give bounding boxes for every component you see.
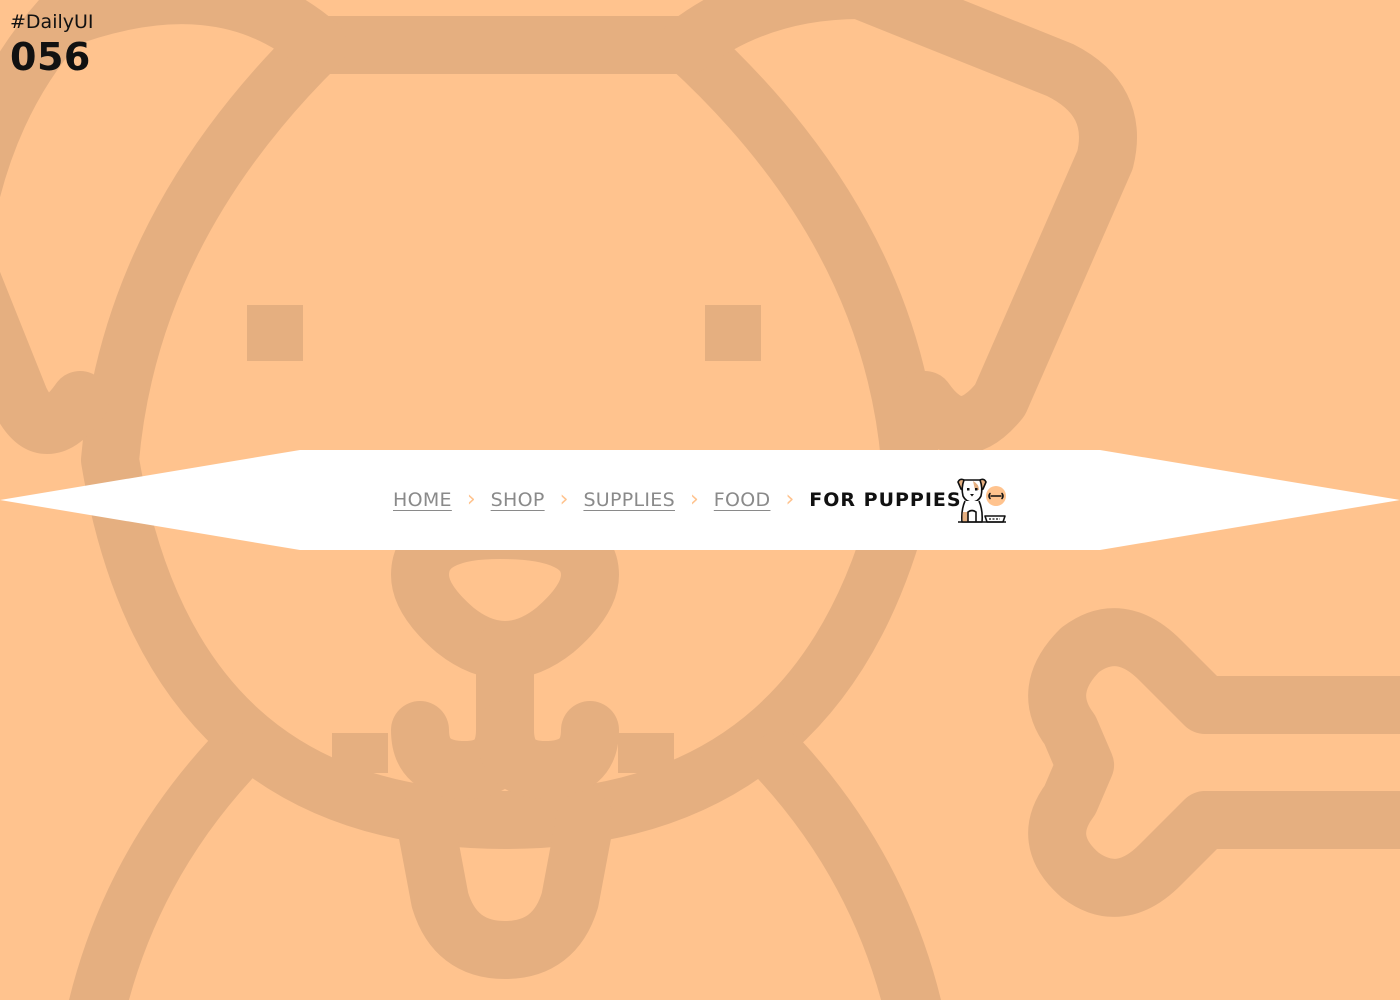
- dog-left-eye: [247, 305, 303, 361]
- breadcrumb: HOME › SHOP › SUPPLIES › FOOD › FOR PUPP…: [393, 480, 962, 520]
- chevron-right-icon: ›: [785, 487, 795, 512]
- chevron-right-icon: ›: [559, 487, 569, 512]
- dog-right-eye: [705, 305, 761, 361]
- challenge-number: 056: [10, 35, 91, 79]
- challenge-label: #DailyUI 056: [10, 10, 94, 80]
- bone-outline: [1028, 608, 1400, 917]
- challenge-tag: #DailyUI: [10, 11, 94, 33]
- breadcrumb-home-link[interactable]: HOME: [393, 489, 452, 511]
- puppy-with-bone-and-bowl-icon: [957, 478, 1006, 523]
- chevron-right-icon: ›: [466, 487, 476, 512]
- breadcrumb-current-page: FOR PUPPIES: [809, 489, 962, 511]
- dog-body-right: [751, 731, 941, 1000]
- dog-mouth-right: [476, 701, 619, 799]
- breadcrumb-shop-link[interactable]: SHOP: [491, 489, 545, 511]
- breadcrumb-food-link[interactable]: FOOD: [714, 489, 771, 511]
- chevron-right-icon: ›: [689, 487, 699, 512]
- dog-body-left: [69, 731, 259, 1000]
- breadcrumb-supplies-link[interactable]: SUPPLIES: [583, 489, 675, 511]
